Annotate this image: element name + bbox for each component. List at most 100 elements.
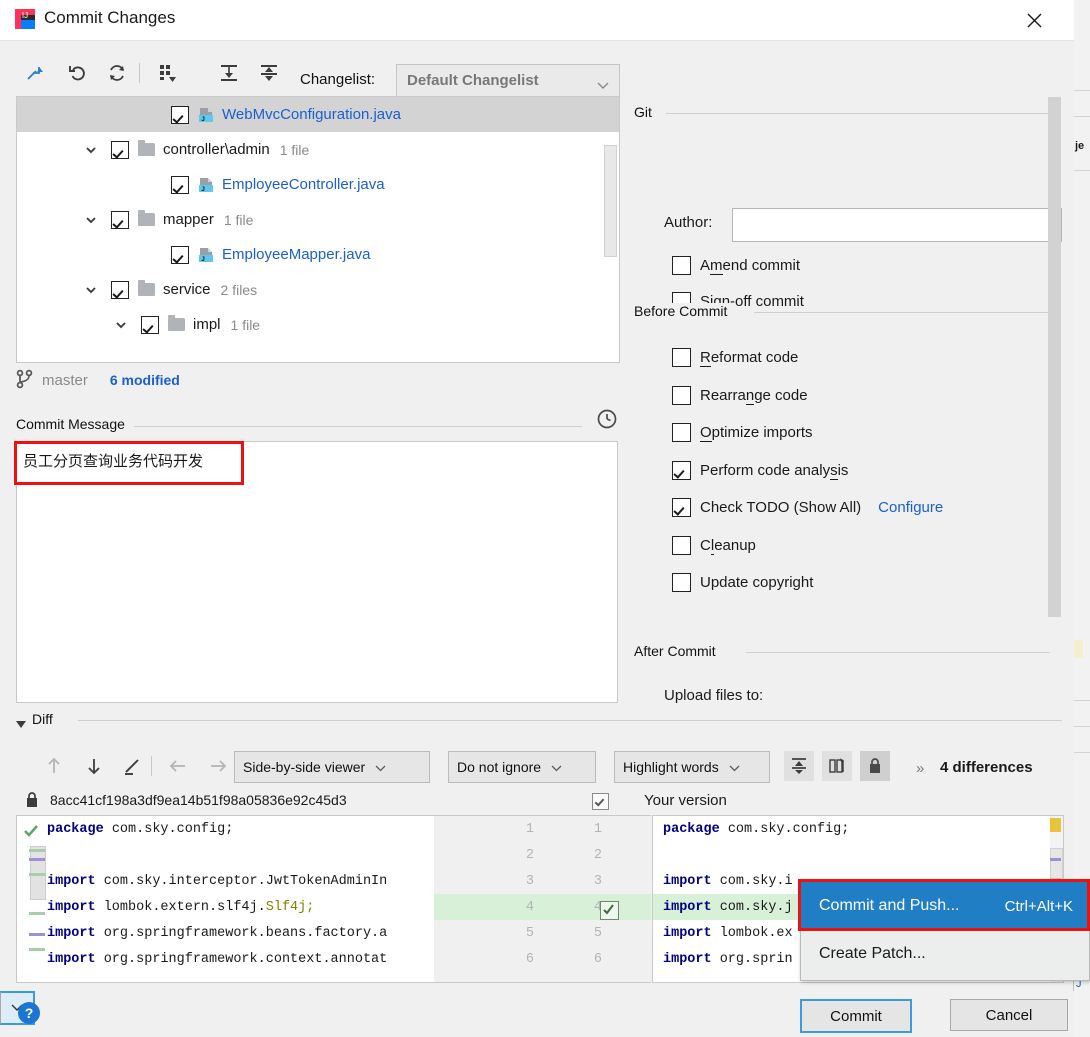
collapse-selection-icon[interactable] bbox=[20, 57, 52, 89]
tree-row-count: 1 file bbox=[223, 211, 254, 228]
tree-row-checkbox[interactable] bbox=[111, 210, 129, 229]
tree-row[interactable]: controller\admin 1 file bbox=[17, 132, 619, 167]
checkbox-label: Check TODO (Show All) bbox=[700, 499, 862, 516]
checkbox-box[interactable] bbox=[672, 423, 691, 442]
tree-row[interactable]: service 2 files bbox=[17, 272, 619, 307]
differences-count: 4 differences bbox=[940, 759, 1033, 776]
collapse-unchanged-icon[interactable] bbox=[784, 751, 814, 781]
checkbox-box[interactable] bbox=[672, 256, 691, 275]
lock-icon[interactable] bbox=[860, 751, 890, 781]
upload-files-label: Upload files to: bbox=[664, 687, 764, 704]
tree-row-checkbox[interactable] bbox=[111, 280, 129, 299]
checkbox-update-copyright[interactable]: Update copyright bbox=[672, 573, 813, 592]
options-scrollbar[interactable] bbox=[1048, 97, 1061, 617]
popup-menu-item[interactable]: Commit and Push... Ctrl+Alt+K bbox=[801, 882, 1089, 930]
commit-button[interactable]: Commit bbox=[800, 999, 912, 1033]
code-token: import bbox=[47, 900, 96, 915]
window-title: Commit Changes bbox=[44, 8, 176, 27]
chevron-down-icon[interactable] bbox=[83, 142, 99, 158]
checkbox-check-todo-show-all[interactable]: Check TODO (Show All) Configure bbox=[672, 498, 943, 517]
chevron-down-icon[interactable] bbox=[113, 317, 129, 333]
tree-row-checkbox[interactable] bbox=[171, 245, 189, 264]
tree-row[interactable]: impl 1 file bbox=[17, 307, 619, 342]
collapse-all-icon[interactable] bbox=[253, 57, 285, 89]
clock-icon[interactable] bbox=[596, 408, 618, 433]
checkbox-rearrange-code[interactable]: Rearrange code bbox=[672, 385, 808, 405]
apply-right-icon[interactable] bbox=[202, 750, 234, 782]
java-file-icon: J bbox=[198, 247, 214, 263]
author-input[interactable] bbox=[732, 208, 1062, 242]
diff-collapse-twisty-icon[interactable] bbox=[16, 716, 27, 732]
highlight-mode-value: Highlight words bbox=[623, 759, 719, 775]
checkbox-reformat-code[interactable]: Reformat code bbox=[672, 348, 798, 367]
checkbox-box[interactable] bbox=[672, 535, 691, 555]
cancel-button[interactable]: Cancel bbox=[950, 999, 1068, 1031]
svg-text:J: J bbox=[201, 116, 205, 123]
checkbox-box[interactable] bbox=[672, 460, 691, 480]
help-icon[interactable]: ? bbox=[18, 1002, 40, 1024]
folder-icon bbox=[138, 210, 155, 226]
code-token: import bbox=[47, 874, 96, 889]
tree-row-checkbox[interactable] bbox=[171, 105, 189, 124]
changelist-dropdown[interactable]: Default Changelist bbox=[396, 64, 620, 98]
chevron-down-icon[interactable] bbox=[83, 282, 99, 298]
code-token: Slf4j; bbox=[265, 900, 315, 915]
tree-row[interactable]: mapper 1 file bbox=[17, 202, 619, 237]
popup-menu-item[interactable]: Create Patch... bbox=[801, 930, 1089, 978]
diff-accept-all-checkbox[interactable] bbox=[592, 793, 609, 810]
tree-scrollbar[interactable] bbox=[604, 145, 617, 257]
line-number: 6 bbox=[593, 952, 602, 967]
tree-row-checkbox[interactable] bbox=[171, 175, 189, 194]
lock-icon bbox=[24, 791, 40, 812]
refresh-icon[interactable] bbox=[101, 57, 133, 89]
tree-row-label: WebMvcConfiguration.java bbox=[222, 106, 401, 123]
tree-row[interactable]: J EmployeeController.java bbox=[17, 167, 619, 202]
next-difference-icon[interactable] bbox=[78, 750, 110, 782]
close-icon[interactable] bbox=[1010, 0, 1058, 40]
changed-files-tree[interactable]: J WebMvcConfiguration.java controller\admi… bbox=[16, 96, 620, 363]
checkbox-optimize-imports[interactable]: Optimize imports bbox=[672, 423, 813, 442]
commit-message-input[interactable]: 员工分页查询业务代码开发 bbox=[16, 441, 618, 703]
accept-change-icon[interactable] bbox=[23, 824, 39, 838]
checkbox-amend-commit[interactable]: Amend commit bbox=[672, 256, 800, 275]
code-line: import com.sky.interceptor.JwtTokenAdmin… bbox=[47, 868, 387, 896]
checkbox-box[interactable] bbox=[672, 573, 691, 592]
checkbox-cleanup[interactable]: Cleanup bbox=[672, 535, 756, 555]
checkbox-box[interactable] bbox=[672, 385, 691, 405]
tree-row[interactable]: J WebMvcConfiguration.java bbox=[17, 97, 619, 132]
synchronize-scroll-icon[interactable] bbox=[822, 751, 852, 781]
code-line: import com.sky.j bbox=[663, 894, 793, 922]
chevron-down-icon[interactable] bbox=[83, 212, 99, 228]
code-token: com.sky.j bbox=[711, 900, 793, 915]
checkbox-perform-code-analysis[interactable]: Perform code analysis bbox=[672, 460, 848, 480]
analysis-status-marker bbox=[1050, 818, 1061, 832]
chevron-double-right-icon[interactable]: » bbox=[916, 760, 924, 777]
expand-all-icon[interactable] bbox=[213, 57, 245, 89]
group-by-icon[interactable] bbox=[152, 57, 184, 89]
tree-row-checkbox[interactable] bbox=[111, 140, 129, 159]
edit-icon[interactable] bbox=[117, 750, 149, 782]
checkbox-label: Optimize imports bbox=[700, 424, 813, 442]
checkbox-label: Reformat code bbox=[700, 349, 799, 367]
viewer-mode-dropdown[interactable]: Side-by-side viewer bbox=[234, 751, 430, 783]
ignore-mode-dropdown[interactable]: Do not ignore bbox=[448, 751, 596, 783]
tree-row-checkbox[interactable] bbox=[141, 315, 159, 334]
diff-accept-change-checkbox[interactable] bbox=[600, 901, 619, 920]
previous-difference-icon[interactable] bbox=[38, 750, 70, 782]
tree-row[interactable]: J EmployeeMapper.java bbox=[17, 237, 619, 272]
checkbox-box[interactable] bbox=[672, 498, 691, 517]
modified-count[interactable]: 6 modified bbox=[110, 372, 180, 388]
tree-row-label: controller\admin bbox=[163, 141, 270, 158]
diff-left-pane[interactable]: package com.sky.config; import com.sky.in… bbox=[16, 815, 435, 983]
code-token: lombok.ex bbox=[711, 926, 793, 941]
commit-message-label: Commit Message bbox=[16, 416, 133, 432]
checkbox-box[interactable] bbox=[672, 348, 691, 367]
revert-icon[interactable] bbox=[62, 57, 94, 89]
title-bar: IJ Commit Changes bbox=[0, 0, 1074, 40]
diff-section-header[interactable]: Diff bbox=[16, 711, 1062, 732]
highlight-mode-dropdown[interactable]: Highlight words bbox=[614, 751, 770, 783]
apply-left-icon[interactable] bbox=[162, 750, 194, 782]
configure-link[interactable]: Configure bbox=[878, 499, 943, 516]
diff-pane-headers: 8acc41cf198a3df9ea14b51f98a05836e92c45d3… bbox=[16, 789, 1062, 815]
code-token: com.sky.config; bbox=[719, 822, 850, 837]
